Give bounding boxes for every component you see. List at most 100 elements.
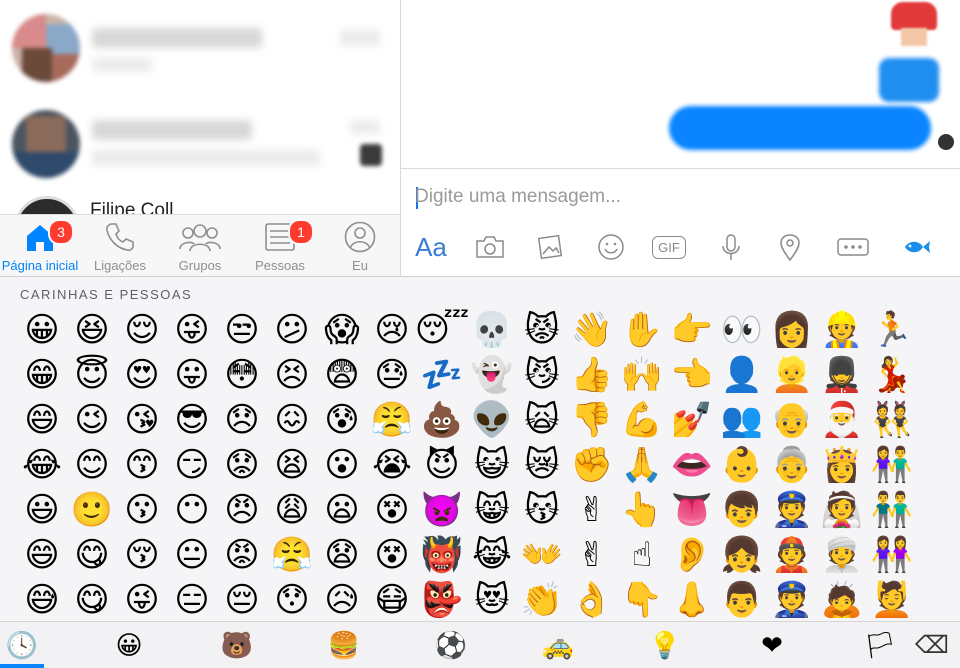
emoji-key[interactable]: 👸 [817,440,867,490]
emoji-key[interactable]: 👽 [467,395,517,445]
emoji-key[interactable]: 👳 [817,530,867,580]
emoji-key[interactable]: 💤 [417,350,467,400]
tab-home[interactable]: 3 Página inicial [0,215,80,277]
conversation-row[interactable] [0,96,400,192]
emoji-key[interactable]: 😔 [217,575,267,625]
taxi-icon[interactable]: 🚕 [536,626,580,664]
emoji-key[interactable]: 👻 [467,350,517,400]
emoji-key[interactable]: 😓 [367,350,417,400]
lightbulb-icon[interactable]: 💡 [643,626,687,664]
emoji-key[interactable]: 💂 [817,350,867,400]
emoji-key[interactable]: 😡 [217,530,267,580]
emoji-key[interactable]: 👫 [867,440,917,490]
emoji-key[interactable]: 😁 [17,350,67,400]
emoji-key[interactable]: 😍 [117,350,167,400]
emoji-key[interactable]: 😘 [117,395,167,445]
emoji-key[interactable]: 😏 [167,440,217,490]
emoji-key[interactable]: 😻 [467,575,517,625]
emoji-key[interactable]: 😼 [517,350,567,400]
emoji-key[interactable]: 😧 [317,530,367,580]
emoji-key[interactable]: 😨 [317,350,367,400]
emoji-key[interactable]: 👐 [517,530,567,580]
emoji-key[interactable]: ✋ [617,305,667,355]
emoji-key[interactable]: 👍 [567,350,617,400]
emoji-key[interactable]: 😛 [167,350,217,400]
emoji-key[interactable]: 👆 [617,485,667,535]
emoji-key[interactable]: 😵 [367,485,417,535]
emoji-key[interactable]: 💃 [867,350,917,400]
emoji-key[interactable]: 😱 [317,305,367,355]
burger-icon[interactable]: 🍔 [322,626,366,664]
emoji-key[interactable]: 😿 [517,440,567,490]
emoji-key[interactable]: 😠 [217,485,267,535]
emoji-key[interactable]: 😹 [467,530,517,580]
emoji-key[interactable]: 😾 [517,305,567,355]
soccer-ball-icon[interactable]: ⚽ [429,626,473,664]
bear-icon[interactable]: 🐻 [215,626,259,664]
emoji-key[interactable]: 😚 [117,530,167,580]
emoji-key[interactable]: 🙏 [617,440,667,490]
emoji-key[interactable]: 😢 [367,305,417,355]
emoji-key[interactable]: 👹 [417,530,467,580]
emoji-key[interactable]: 🙇 [817,575,867,625]
emoji-key[interactable]: 🙀 [517,395,567,445]
emoji-key[interactable]: 👮 [767,485,817,535]
emoji-key[interactable]: 😜 [167,305,217,355]
heart-icon[interactable]: ❤ [750,626,794,664]
tab-people[interactable]: 1 Pessoas [240,215,320,277]
emoji-key[interactable]: 👥 [717,395,767,445]
emoji-key[interactable]: 😑 [167,575,217,625]
emoji-key[interactable]: 😋 [67,575,117,625]
backspace-icon[interactable]: ⌫ [910,626,954,664]
emoji-key[interactable]: 👦 [717,485,767,535]
emoji-key[interactable]: 👬 [867,485,917,535]
emoji-key[interactable]: 👵 [767,440,817,490]
more-button[interactable] [831,229,875,265]
tab-groups[interactable]: Grupos [160,215,240,277]
emoji-key[interactable]: 💅 [667,395,717,445]
emoji-key[interactable]: 😐 [167,530,217,580]
emoji-key[interactable]: 👏 [517,575,567,625]
emoji-key[interactable]: 😅 [17,575,67,625]
emoji-key[interactable]: 😫 [267,440,317,490]
emoji-key[interactable]: 👧 [717,530,767,580]
emoji-button[interactable] [591,229,631,265]
emoji-key[interactable]: ✌ [567,530,617,580]
emoji-key[interactable]: 🎅 [817,395,867,445]
emoji-key[interactable]: 😂 [17,440,67,490]
gallery-button[interactable] [531,229,571,265]
emoji-key[interactable]: 👲 [767,530,817,580]
emoji-key[interactable]: 😴 [415,305,470,355]
emoji-key[interactable]: 👋 [567,305,617,355]
emoji-key[interactable]: ☝ [617,530,667,580]
emoji-key[interactable]: 👌 [567,575,617,625]
emoji-key[interactable]: ✌ [567,485,617,535]
emoji-key[interactable]: 😀 [17,305,67,355]
emoji-key[interactable]: 💩 [417,395,467,445]
emoji-key[interactable]: 👱 [767,350,817,400]
emoji-key[interactable]: 🏃 [867,305,917,355]
microphone-button[interactable] [711,229,751,265]
emoji-key[interactable]: 😃 [17,485,67,535]
emoji-key[interactable]: 👯 [867,395,917,445]
emoji-key[interactable]: 😷 [367,575,417,625]
emoji-key[interactable]: 😖 [267,395,317,445]
emoji-key[interactable]: 😟 [217,440,267,490]
emoji-key[interactable]: 💪 [617,395,667,445]
emoji-key[interactable]: 👎 [567,395,617,445]
emoji-key[interactable]: 👨 [717,575,767,625]
emoji-key[interactable]: 👿 [417,485,467,535]
emoji-key[interactable]: 😈 [417,440,467,490]
flag-icon[interactable]: 🏳 [858,626,902,664]
emoji-key[interactable]: 👤 [717,350,767,400]
gif-button[interactable]: GIF [649,229,689,265]
location-button[interactable] [770,229,810,265]
emoji-key[interactable]: 😇 [67,350,117,400]
clock-icon[interactable]: 🕓 [0,626,44,664]
emoji-key[interactable]: 😙 [117,440,167,490]
emoji-key[interactable]: 👶 [717,440,767,490]
emoji-key[interactable]: 😳 [217,350,267,400]
emoji-key[interactable]: 😥 [317,575,367,625]
emoji-key[interactable]: 😤 [267,530,317,580]
emoji-key[interactable]: 👮 [767,575,817,625]
